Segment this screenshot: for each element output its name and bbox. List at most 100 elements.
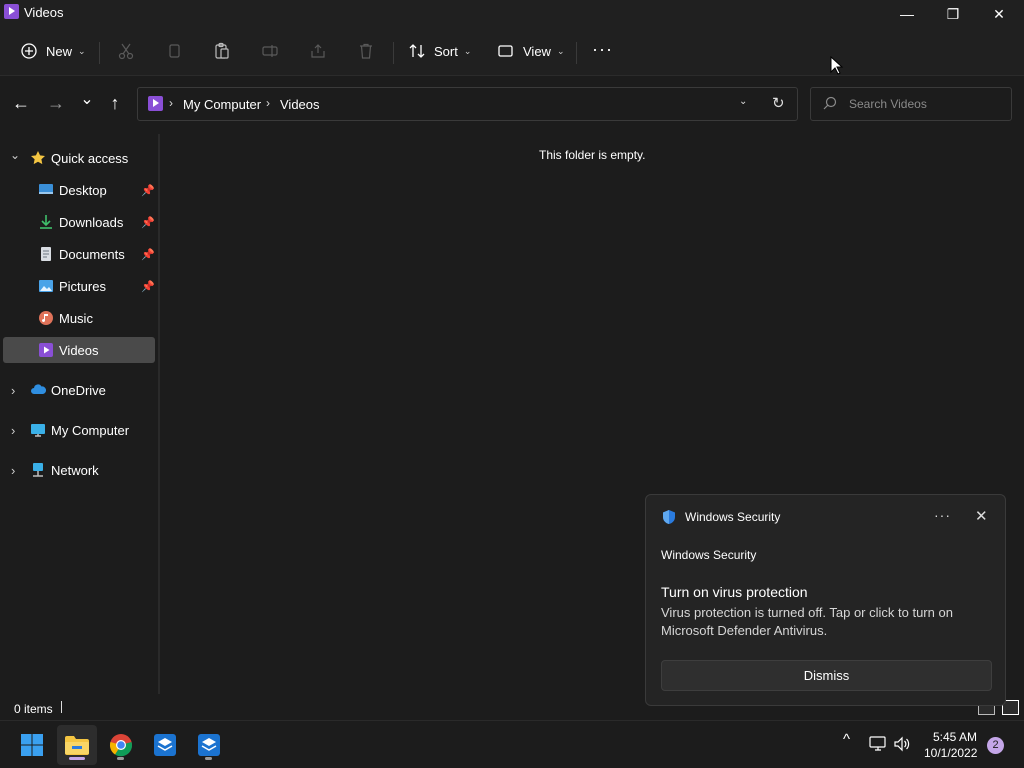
taskbar: ^ 5:45 AM 10/1/2022 2 (0, 720, 1024, 768)
notification-body: Virus protection is turned off. Tap or c… (661, 605, 953, 638)
paste-button[interactable] (213, 38, 231, 64)
empty-folder-message: This folder is empty. (539, 148, 646, 162)
sidebar-item-onedrive[interactable]: › OneDrive (3, 377, 155, 403)
back-button[interactable]: ← (10, 92, 32, 114)
close-icon[interactable]: ✕ (975, 507, 988, 525)
store-app-icon (154, 734, 176, 756)
notification-source: Windows Security (661, 548, 757, 562)
cut-button[interactable] (117, 38, 135, 64)
onedrive-icon (31, 384, 46, 394)
pin-icon[interactable]: 📌 (141, 280, 155, 293)
mouse-cursor-icon (830, 56, 844, 75)
delete-button[interactable] (357, 38, 375, 64)
sidebar-item-music[interactable]: Music (3, 305, 155, 331)
chevron-down-icon: ⌄ (463, 45, 472, 56)
notification-heading: Turn on virus protection (661, 584, 808, 600)
window-title: Videos (24, 5, 64, 20)
breadcrumb-separator: › (169, 96, 173, 110)
dismiss-button[interactable]: Dismiss (661, 660, 992, 691)
clock-date[interactable]: 10/1/2022 (924, 746, 977, 760)
sidebar-item-label: Documents (59, 246, 125, 262)
command-bar: New ⌄ Sort ⌄ View ⌄ ··· (0, 28, 1024, 76)
breadcrumb-videos[interactable]: Videos (280, 97, 320, 112)
search-box[interactable] (810, 87, 1012, 121)
start-icon (21, 734, 43, 756)
breadcrumb-my-computer[interactable]: My Computer (183, 97, 261, 112)
sort-button[interactable]: Sort ⌄ (408, 38, 471, 64)
star-icon (31, 151, 45, 165)
sidebar-item-label: My Computer (51, 422, 130, 438)
more-options-button[interactable]: ··· (592, 36, 613, 62)
pin-icon[interactable]: 📌 (141, 184, 155, 197)
show-hidden-icons-button[interactable]: ^ (843, 731, 850, 748)
close-button[interactable]: ✕ (976, 0, 1022, 28)
clock-time[interactable]: 5:45 AM (931, 730, 977, 744)
share-button[interactable] (309, 38, 327, 64)
title-bar: Videos — ❐ ✕ (0, 0, 1024, 28)
sidebar-item-pictures[interactable]: Pictures 📌 (3, 273, 155, 299)
network-status-icon[interactable] (869, 736, 887, 752)
chevron-down-icon: ⌄ (78, 45, 86, 56)
paste-icon (215, 42, 229, 59)
notification-app-name: Windows Security (685, 510, 781, 524)
divider (576, 42, 577, 64)
active-indicator (69, 757, 85, 760)
shield-icon (663, 510, 675, 524)
download-icon (40, 215, 52, 229)
forward-button[interactable]: → (45, 92, 67, 114)
view-icon (498, 45, 513, 57)
address-bar[interactable]: › My Computer › Videos ⌄ ↻ (137, 87, 798, 121)
search-input[interactable] (849, 95, 1004, 113)
videos-icon (39, 343, 53, 357)
minimize-button[interactable]: — (884, 0, 930, 28)
chrome-icon (109, 734, 133, 757)
documents-icon (41, 247, 51, 261)
taskbar-store-app[interactable] (145, 725, 185, 765)
windows-security-notification[interactable]: Windows Security ··· ✕ Windows Security … (645, 494, 1006, 706)
videos-folder-icon (4, 4, 19, 19)
recent-locations-button[interactable]: ⌄ (76, 91, 98, 114)
rename-button[interactable] (261, 38, 279, 64)
chevron-right-icon[interactable]: › (11, 423, 15, 438)
running-indicator (205, 757, 212, 760)
volume-icon[interactable] (893, 736, 911, 752)
notification-badge[interactable]: 2 (987, 737, 1004, 754)
pin-icon[interactable]: 📌 (141, 216, 155, 229)
arrow-up-icon: ↑ (110, 92, 120, 113)
sidebar-item-network[interactable]: › Network (3, 457, 155, 483)
divider (393, 42, 394, 64)
new-button[interactable]: New ⌄ (20, 38, 86, 64)
sidebar-item-downloads[interactable]: Downloads 📌 (3, 209, 155, 235)
pin-icon[interactable]: 📌 (141, 248, 155, 261)
breadcrumb-separator: › (266, 96, 270, 110)
arrow-left-icon: ← (12, 92, 30, 113)
pane-divider[interactable] (158, 134, 160, 694)
start-button[interactable] (12, 725, 52, 765)
navigation-pane: ⌄ Quick access Desktop 📌 Downloads 📌 Doc… (0, 134, 158, 694)
running-indicator (117, 757, 124, 760)
items-count: 0 items (14, 702, 53, 716)
chevron-down-icon[interactable]: ⌄ (10, 148, 20, 162)
sidebar-item-desktop[interactable]: Desktop 📌 (3, 177, 155, 203)
divider (61, 701, 62, 713)
chevron-down-icon: ⌄ (80, 91, 94, 108)
chevron-right-icon[interactable]: › (11, 383, 15, 398)
pictures-icon (39, 280, 53, 292)
videos-folder-icon (148, 96, 163, 111)
sidebar-item-videos[interactable]: Videos (3, 337, 155, 363)
more-icon: ··· (592, 38, 613, 59)
up-button[interactable]: ↑ (104, 92, 126, 114)
arrow-right-icon: → (47, 92, 65, 113)
sidebar-item-my-computer[interactable]: › My Computer (3, 417, 155, 443)
refresh-icon[interactable]: ↻ (772, 94, 785, 112)
maximize-button[interactable]: ❐ (930, 0, 976, 28)
more-options-icon[interactable]: ··· (934, 507, 951, 523)
chevron-right-icon[interactable]: › (11, 463, 15, 478)
sidebar-item-documents[interactable]: Documents 📌 (3, 241, 155, 267)
address-dropdown-icon[interactable]: ⌄ (739, 96, 747, 107)
sidebar-item-label: OneDrive (51, 382, 106, 398)
copy-button[interactable] (165, 38, 183, 64)
view-button[interactable]: View ⌄ (497, 38, 565, 64)
sidebar-item-quick-access[interactable]: ⌄ Quick access (3, 145, 155, 171)
sort-label: Sort (434, 43, 458, 59)
